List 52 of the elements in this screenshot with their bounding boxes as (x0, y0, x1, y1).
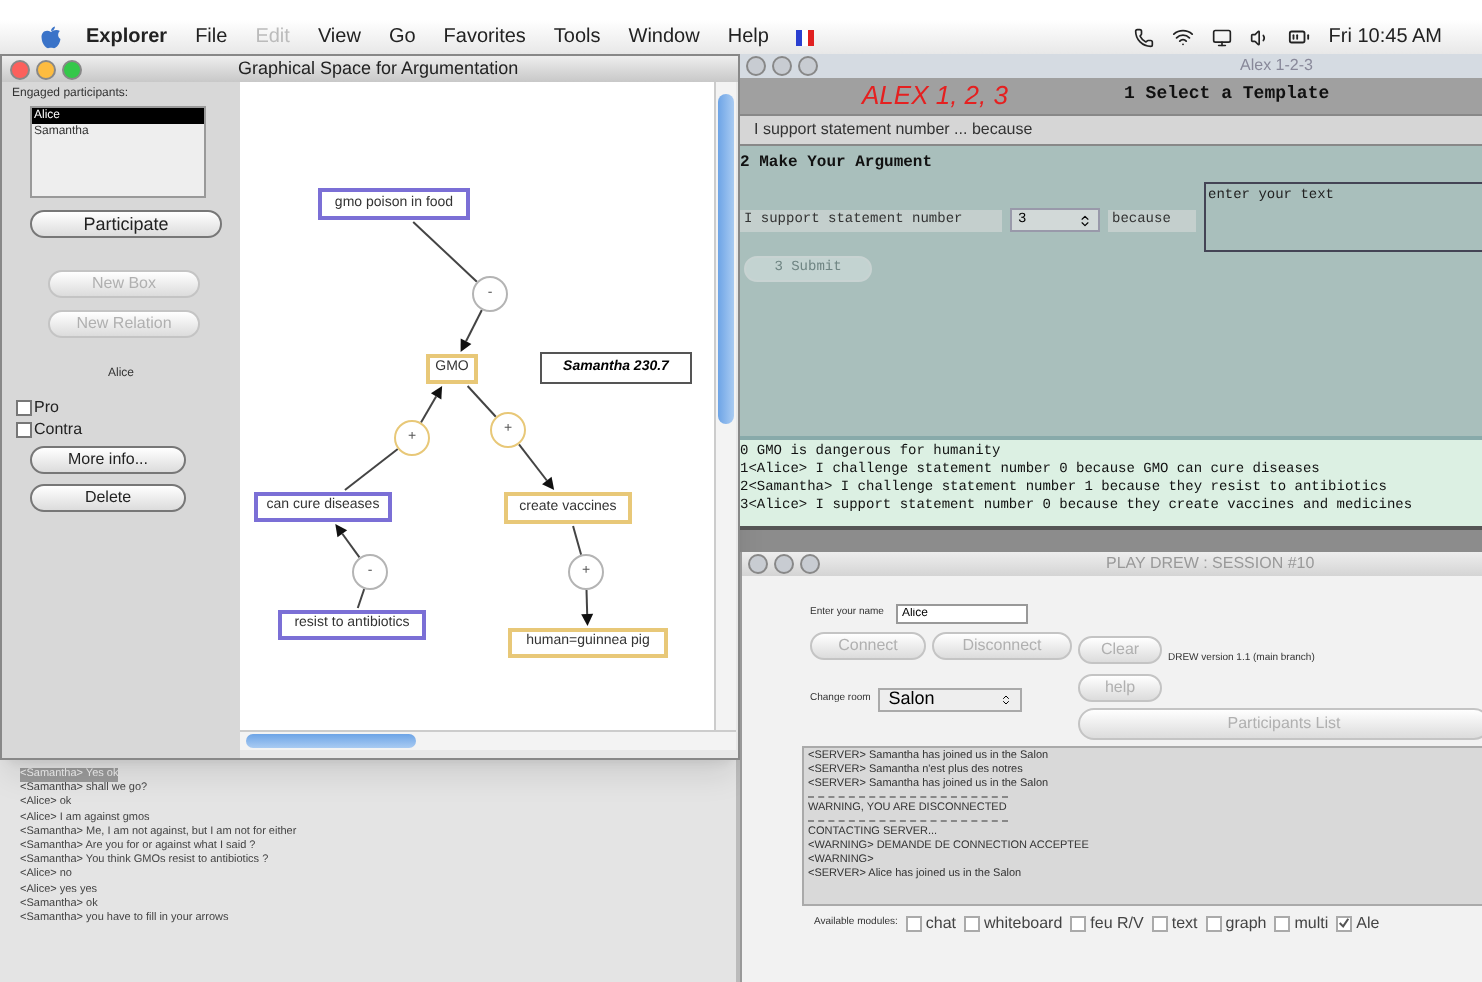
flag-icon[interactable] (796, 29, 815, 45)
connector-line[interactable] (412, 221, 478, 283)
scroll-thumb[interactable] (718, 94, 734, 424)
module-checkbox[interactable]: text (1151, 911, 1198, 935)
volume-icon[interactable] (1250, 27, 1271, 47)
participate-button[interactable]: Participate (30, 210, 222, 238)
connector-line[interactable] (356, 588, 366, 609)
phone-icon[interactable] (1134, 27, 1155, 47)
menu-item[interactable]: Window (628, 22, 700, 52)
window-title: Graphical Space for Argumentation (238, 55, 519, 82)
step-heading: 1 Select a Template (1124, 82, 1330, 109)
connector-arrow[interactable] (420, 386, 443, 424)
clock[interactable]: Fri 10:45 AM (1328, 22, 1442, 52)
connector-arrow[interactable] (517, 443, 555, 490)
delete-button[interactable]: Delete (30, 484, 186, 512)
module-checkbox[interactable]: feu R/V (1070, 911, 1144, 935)
connector-arrow[interactable] (335, 524, 361, 559)
stepper-icon (1078, 213, 1092, 227)
menu-item[interactable]: Go (388, 22, 416, 52)
connector-line[interactable] (466, 385, 497, 418)
apple-icon[interactable] (40, 25, 62, 49)
menu-item[interactable]: Help (727, 22, 769, 52)
app-logo: ALEX 1, 2, 3 (862, 78, 1008, 115)
connector-line[interactable] (572, 525, 583, 556)
menu-item[interactable]: View (317, 22, 361, 52)
module-checkbox[interactable]: chat (905, 911, 957, 935)
battery-icon[interactable] (1288, 26, 1311, 48)
horizontal-scrollbar[interactable] (240, 730, 736, 750)
step-heading: 2 Make Your Argument (740, 152, 933, 176)
connector-arrow[interactable] (460, 309, 483, 352)
template-option[interactable]: I support statement number ... because (740, 114, 1482, 146)
module-checkbox[interactable]: whiteboard (964, 911, 1063, 935)
room-select[interactable]: Salon (878, 688, 1023, 712)
connector-arrow[interactable] (581, 589, 594, 626)
more-info-button[interactable]: More info... (30, 446, 186, 474)
module-checkbox[interactable]: Ale (1336, 911, 1380, 935)
scroll-thumb[interactable] (246, 734, 416, 748)
display-icon[interactable] (1212, 27, 1233, 47)
module-checkbox[interactable]: graph (1205, 911, 1267, 935)
stance-checkbox[interactable]: Contra (16, 418, 83, 440)
window-title: Alex 1-2-3 (1240, 54, 1313, 78)
menu-item[interactable]: Favorites (443, 22, 526, 52)
vertical-scrollbar[interactable] (714, 82, 736, 730)
stance-checkbox[interactable]: Pro (16, 396, 83, 418)
wifi-icon[interactable] (1172, 26, 1195, 48)
checkmark-icon (1338, 916, 1351, 930)
module-checkbox[interactable]: multi (1274, 911, 1329, 935)
connector-line[interactable] (343, 448, 399, 491)
menu-item[interactable]: File (195, 22, 228, 52)
app-menu[interactable]: Explorer (86, 22, 168, 52)
window-title: PLAY DREW : SESSION #10 (1106, 552, 1315, 576)
menu-item[interactable]: Tools (553, 22, 601, 52)
